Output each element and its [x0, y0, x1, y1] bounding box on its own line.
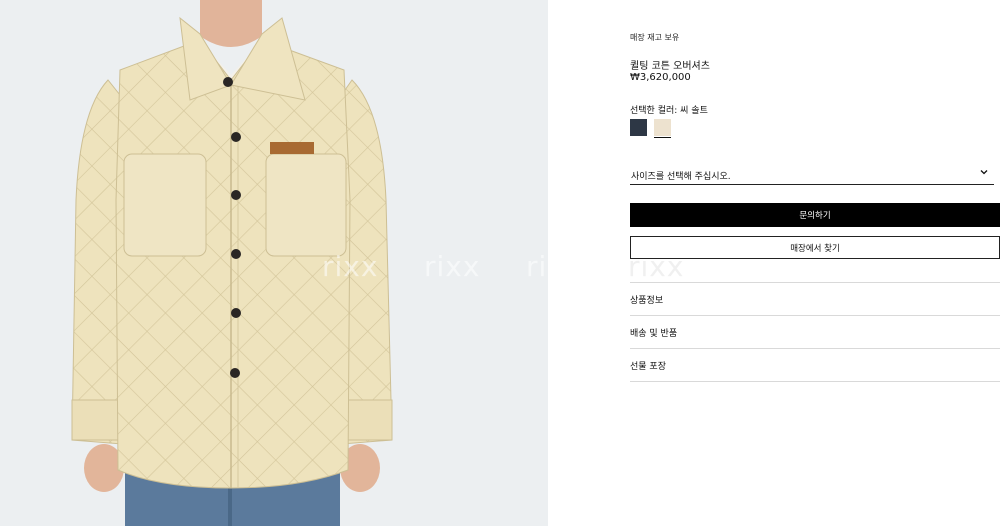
accordion-gift-wrap[interactable]: 선물 포장: [630, 349, 1000, 381]
selected-swatch-indicator: [654, 137, 671, 138]
product-image: rixx rixx rixx: [0, 0, 548, 526]
color-swatch-navy[interactable]: [630, 119, 647, 136]
find-in-store-button[interactable]: 매장에서 찾기: [630, 236, 1000, 259]
size-select-label: 사이즈를 선택해 주십시오.: [631, 172, 731, 182]
accordion-shipping-returns[interactable]: 배송 및 반품: [630, 316, 1000, 348]
watermark-text: rixx: [526, 250, 548, 283]
stock-status: 매장 재고 보유: [630, 33, 680, 42]
accordion-label: 배송 및 반품: [630, 329, 678, 339]
accordion-label: 상품정보: [630, 296, 664, 306]
watermark-text: rixx: [424, 250, 481, 283]
divider: [630, 381, 1000, 382]
watermark-text: rixx: [322, 250, 379, 283]
accordion-product-info[interactable]: 상품정보: [630, 283, 1000, 315]
selected-color-label: 선택한 컬러: 씨 솔트: [630, 106, 708, 116]
product-price: ₩3,620,000: [630, 72, 691, 83]
inquire-button[interactable]: 문의하기: [630, 203, 1000, 227]
color-swatch-cream[interactable]: [654, 119, 671, 136]
product-name: 퀼팅 코튼 오버셔츠: [630, 61, 710, 72]
accordion-label: 선물 포장: [630, 362, 666, 372]
size-select[interactable]: 사이즈를 선택해 주십시오.: [630, 164, 994, 185]
product-details: 매장 재고 보유 퀼팅 코튼 오버셔츠 ₩3,620,000 선택한 컬러: 씨…: [630, 0, 1000, 526]
chevron-down-icon: [980, 170, 988, 175]
